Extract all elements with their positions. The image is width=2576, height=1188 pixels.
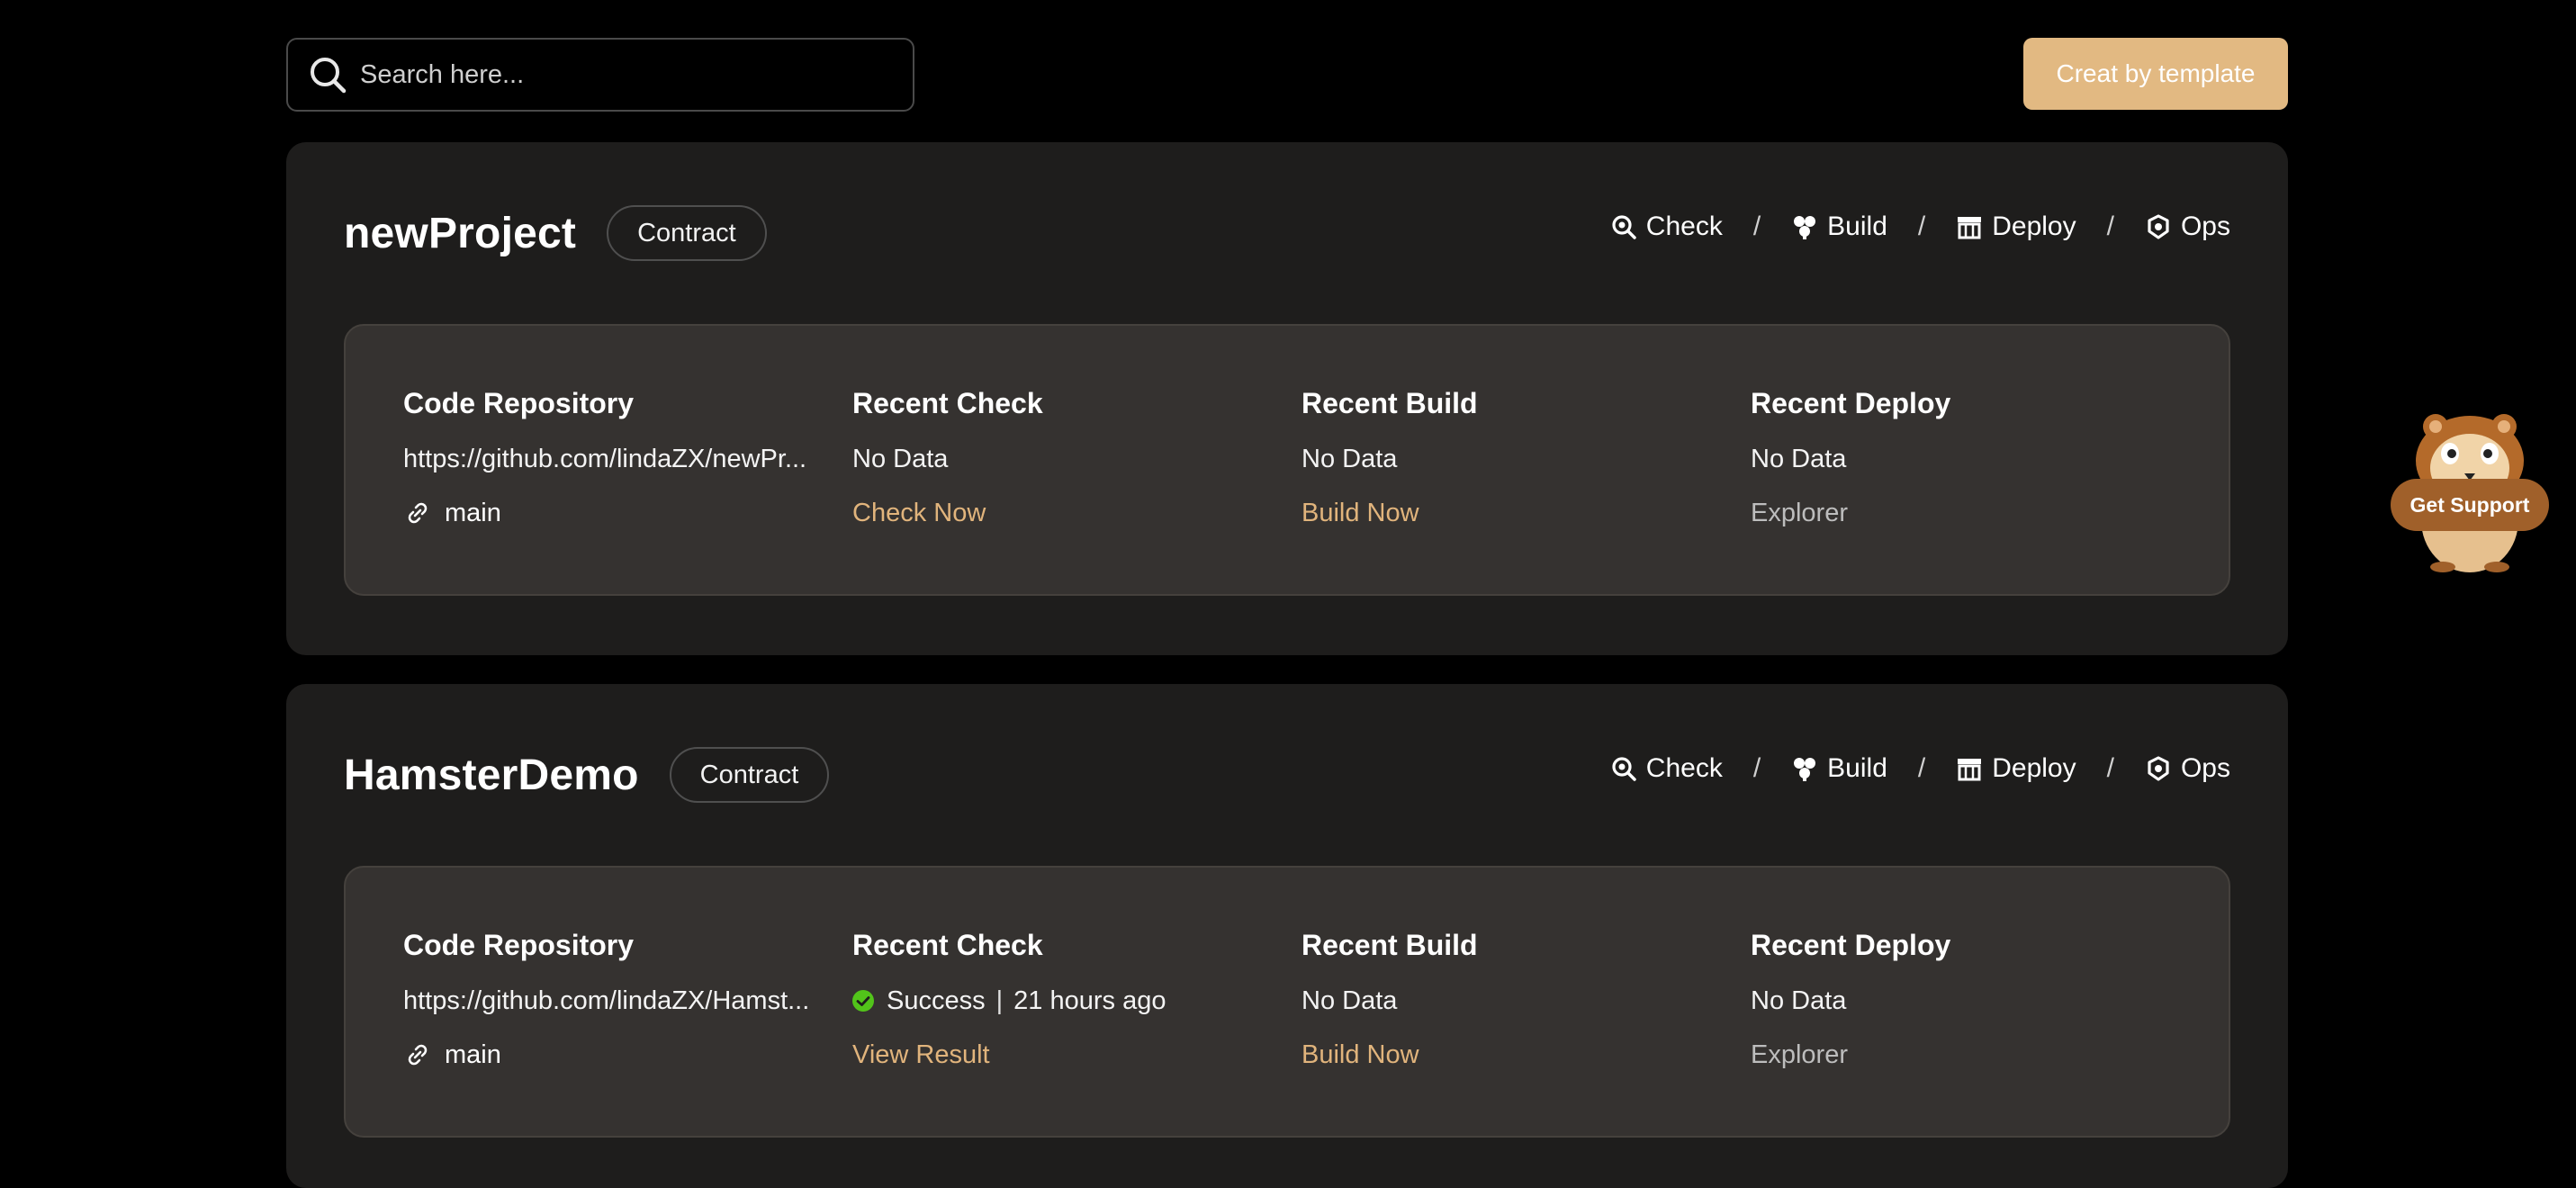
- project-name[interactable]: HamsterDemo: [344, 751, 639, 800]
- project-summary-panel: Code Repository https://github.com/linda…: [344, 324, 2230, 596]
- build-now-link[interactable]: Build Now: [1302, 1039, 1419, 1071]
- check-icon: [1612, 215, 1636, 239]
- column-title: Recent Build: [1302, 929, 1478, 961]
- search-icon: [308, 55, 347, 94]
- nav-separator: /: [2106, 212, 2114, 241]
- check-icon: [1612, 757, 1636, 781]
- status-divider: |: [995, 986, 1004, 1015]
- project-card: newProject Contract Check / Build / Depl…: [286, 142, 2288, 655]
- check-status-text: Success: [887, 986, 986, 1015]
- project-summary-panel: Code Repository https://github.com/linda…: [344, 866, 2230, 1138]
- column-title: Recent Check: [852, 387, 1043, 419]
- column-title: Recent Check: [852, 929, 1043, 961]
- build-now-link[interactable]: Build Now: [1302, 497, 1419, 529]
- explorer-link[interactable]: Explorer: [1751, 497, 1848, 529]
- branch: main: [403, 1039, 826, 1071]
- success-icon: [852, 990, 874, 1012]
- nav-deploy-label: Deploy: [1992, 212, 2076, 241]
- nav-separator: /: [2106, 753, 2114, 783]
- recent-build-value: No Data: [1302, 986, 1398, 1015]
- build-icon: [1794, 758, 1816, 781]
- nav-separator: /: [1752, 212, 1761, 241]
- nav-check-label: Check: [1645, 753, 1723, 783]
- search-input[interactable]: [358, 58, 913, 91]
- deploy-icon: [1958, 217, 1982, 239]
- get-support-button[interactable]: Get Support: [2391, 479, 2549, 531]
- recent-build-column: Recent Build No Data Build Now: [1302, 927, 1725, 1071]
- column-title: Recent Build: [1302, 387, 1478, 419]
- check-time: 21 hours ago: [1013, 986, 1166, 1015]
- project-nav: Check / Build / Deploy / Ops: [1610, 202, 2230, 252]
- top-bar: Creat by template: [286, 38, 2288, 113]
- nav-build[interactable]: Build: [1791, 753, 1887, 784]
- view-result-link[interactable]: View Result: [852, 1039, 990, 1071]
- search-box[interactable]: [286, 38, 914, 112]
- nav-ops-label: Ops: [2180, 212, 2230, 241]
- recent-check-column: Recent Check No Data Check Now: [852, 385, 1275, 529]
- project-nav: Check / Build / Deploy / Ops: [1610, 743, 2230, 794]
- recent-deploy-column: Recent Deploy No Data Explorer: [1751, 385, 2174, 529]
- ops-icon: [2148, 756, 2169, 781]
- project-card: HamsterDemo Contract Check / Build / Dep…: [286, 684, 2288, 1188]
- build-icon: [1794, 216, 1816, 239]
- recent-build-value: No Data: [1302, 445, 1398, 473]
- column-title: Recent Deploy: [1751, 929, 1951, 961]
- recent-deploy-value: No Data: [1751, 986, 1847, 1015]
- nav-deploy[interactable]: Deploy: [1956, 753, 2076, 784]
- recent-check-status: Success | 21 hours ago: [852, 985, 1275, 1017]
- link-icon: [408, 502, 428, 524]
- column-title: Code Repository: [403, 929, 635, 961]
- recent-deploy-value: No Data: [1751, 445, 1847, 473]
- ops-icon: [2148, 214, 2169, 239]
- check-now-link[interactable]: Check Now: [852, 497, 986, 529]
- link-icon: [408, 1044, 428, 1066]
- project-name[interactable]: newProject: [344, 209, 576, 258]
- recent-deploy-column: Recent Deploy No Data Explorer: [1751, 927, 2174, 1071]
- repo-url[interactable]: https://github.com/lindaZX/newPr...: [403, 443, 815, 475]
- nav-deploy-label: Deploy: [1992, 753, 2076, 783]
- branch-name: main: [445, 1040, 501, 1069]
- column-title: Code Repository: [403, 387, 635, 419]
- nav-ops[interactable]: Ops: [2145, 212, 2230, 242]
- explorer-link[interactable]: Explorer: [1751, 1039, 1848, 1071]
- repo-url[interactable]: https://github.com/lindaZX/Hamst...: [403, 985, 815, 1017]
- nav-ops[interactable]: Ops: [2145, 753, 2230, 784]
- recent-check-column: Recent Check Success | 21 hours ago View…: [852, 927, 1275, 1071]
- nav-separator: /: [1917, 212, 1926, 241]
- recent-check-value: No Data: [852, 445, 949, 473]
- project-header: newProject Contract: [344, 203, 767, 263]
- nav-build-label: Build: [1827, 212, 1887, 241]
- nav-check[interactable]: Check: [1610, 753, 1723, 784]
- code-repository-column: Code Repository https://github.com/linda…: [403, 385, 826, 529]
- recent-build-column: Recent Build No Data Build Now: [1302, 385, 1725, 529]
- project-type-tag: Contract: [607, 205, 767, 261]
- project-type-tag: Contract: [669, 747, 830, 803]
- code-repository-column: Code Repository https://github.com/linda…: [403, 927, 826, 1071]
- branch-name: main: [445, 499, 501, 527]
- nav-separator: /: [1917, 753, 1926, 783]
- deploy-icon: [1958, 759, 1982, 781]
- nav-ops-label: Ops: [2180, 753, 2230, 783]
- nav-build-label: Build: [1827, 753, 1887, 783]
- column-title: Recent Deploy: [1751, 387, 1951, 419]
- nav-deploy[interactable]: Deploy: [1956, 212, 2076, 242]
- get-support-widget[interactable]: Get Support: [2391, 410, 2549, 576]
- nav-separator: /: [1752, 753, 1761, 783]
- create-by-template-button[interactable]: Creat by template: [2023, 38, 2288, 110]
- nav-check[interactable]: Check: [1610, 212, 1723, 242]
- nav-check-label: Check: [1645, 212, 1723, 241]
- nav-build[interactable]: Build: [1791, 212, 1887, 242]
- branch: main: [403, 497, 826, 529]
- project-header: HamsterDemo Contract: [344, 745, 830, 805]
